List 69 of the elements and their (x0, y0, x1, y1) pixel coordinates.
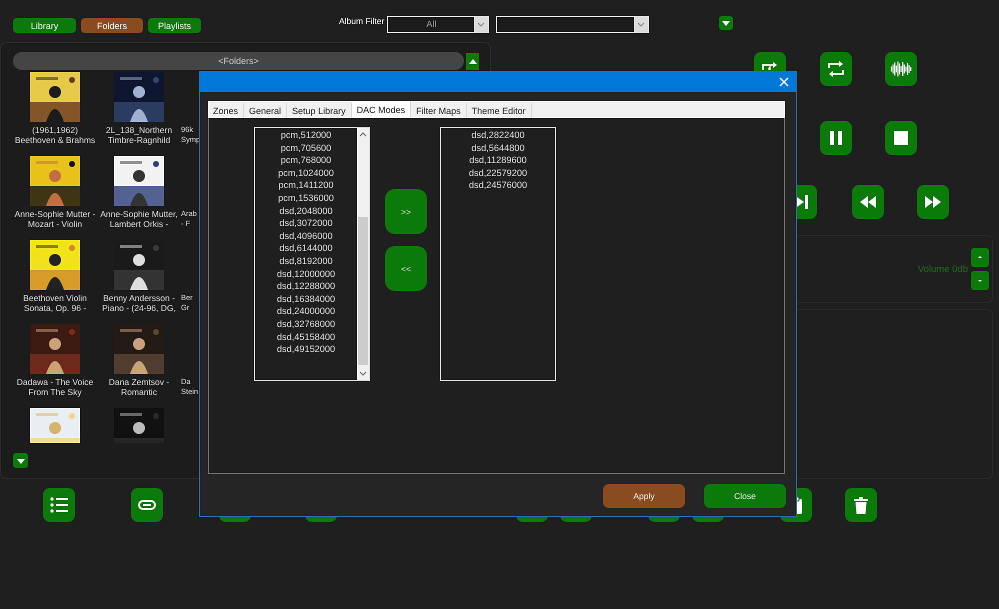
stop-icon (891, 128, 911, 148)
list-item[interactable]: pcm,768000 (280, 154, 332, 167)
list-item[interactable]: dsd,45158400 (276, 330, 336, 344)
view-tab[interactable]: Library (13, 18, 76, 33)
list-item[interactable]: dsd,8192000 (279, 254, 333, 268)
list-item[interactable]: pcm,1024000 (278, 166, 334, 180)
caret-down-icon (978, 279, 982, 282)
list-item[interactable]: dsd,2822400 (471, 129, 525, 142)
rewind-button[interactable] (852, 185, 884, 219)
remove-mode-button[interactable]: << (385, 246, 427, 291)
album-title[interactable]: Dana Zemtsov - Romantic (108, 377, 170, 397)
album-title[interactable]: Beethoven Violin Sonata, Op. 96 - (23, 293, 87, 313)
trash-icon (851, 495, 871, 515)
pause-button[interactable] (820, 121, 852, 155)
list-icon (49, 495, 69, 515)
list-item[interactable]: dsd,16384000 (276, 292, 336, 306)
list-button[interactable] (43, 488, 75, 522)
caret-up-icon (978, 256, 982, 259)
chevron-down-icon (720, 18, 732, 28)
settings-tab[interactable]: DAC Modes (352, 101, 412, 118)
list-item[interactable]: dsd,24000000 (276, 305, 336, 318)
list-item[interactable]: pcm,1411200 (278, 179, 334, 192)
apply-button[interactable]: Apply (603, 484, 685, 508)
waveform-button[interactable] (885, 52, 917, 86)
list-item[interactable]: dsd,32768000 (276, 318, 336, 330)
view-tab[interactable]: Folders (81, 18, 143, 33)
close-dialog-button[interactable]: Close (704, 484, 786, 508)
list-item[interactable]: dsd,12288000 (276, 280, 336, 293)
folder-path-bar[interactable]: <Folders> (13, 52, 464, 70)
view-tab[interactable]: Playlists (148, 18, 201, 33)
volume-label: Volume 0db (918, 264, 968, 275)
list-item[interactable]: pcm,512000 (280, 129, 332, 142)
scroll-down-button[interactable] (13, 453, 28, 468)
list-item[interactable]: dsd,22579200 (468, 166, 528, 180)
list-item[interactable]: pcm,1536000 (278, 192, 334, 205)
waveform-icon (890, 59, 912, 79)
list-item[interactable]: dsd,2048000 (279, 204, 333, 218)
chevron-down-icon (476, 20, 486, 29)
list-item[interactable]: dsd,12000000 (276, 268, 336, 280)
stop-button[interactable] (885, 121, 917, 155)
list-item[interactable]: dsd,4096000 (279, 230, 333, 242)
album-title[interactable]: Anne-Sophie Mutter - Mozart - Violin (14, 209, 96, 229)
list-item[interactable]: pcm,705600 (280, 142, 332, 154)
list-item[interactable]: dsd,49152000 (276, 343, 336, 356)
album-title[interactable]: 2L_138_Northern Timbre-Ragnhild (106, 125, 172, 145)
album-filter-dropdown[interactable]: All (387, 16, 490, 33)
repeat-button[interactable] (820, 52, 852, 86)
filter-label: Album Filter (339, 16, 384, 26)
list-item[interactable]: dsd,5644800 (471, 142, 525, 154)
repeat-icon (826, 59, 846, 79)
expand-button[interactable] (719, 16, 734, 30)
filter-dropdown[interactable] (496, 16, 650, 33)
album-title[interactable]: Dadawa - The Voice From The Sky (16, 377, 94, 397)
fast-forward-button[interactable] (917, 185, 949, 219)
delete-button[interactable] (845, 488, 877, 522)
list-item[interactable]: dsd,24576000 (468, 179, 528, 192)
close-icon (778, 76, 790, 88)
mode-list[interactable] (254, 127, 370, 381)
list-item[interactable]: dsd,11289600 (469, 154, 527, 167)
chevron-down-icon (636, 20, 646, 29)
list-item[interactable]: dsd,6144000 (279, 242, 333, 255)
link-button[interactable] (131, 488, 163, 522)
album-title[interactable]: (1961,1962) Beethoven & Brahms (14, 125, 96, 145)
list-item[interactable]: dsd,3072000 (279, 217, 333, 230)
mode-list[interactable]: dsd,2822400 dsd,5644800 dsd,11289600 dsd,22579200 dsd,24576000 (440, 127, 556, 381)
add-mode-button[interactable]: >> (385, 189, 427, 234)
album-title[interactable]: Benny Andersson - Piano - (24-96, DG, (102, 293, 176, 313)
album-title[interactable]: Anne-Sophie Mutter, Lambert Orkis - (100, 209, 178, 229)
scroll-up-button[interactable] (466, 52, 479, 70)
